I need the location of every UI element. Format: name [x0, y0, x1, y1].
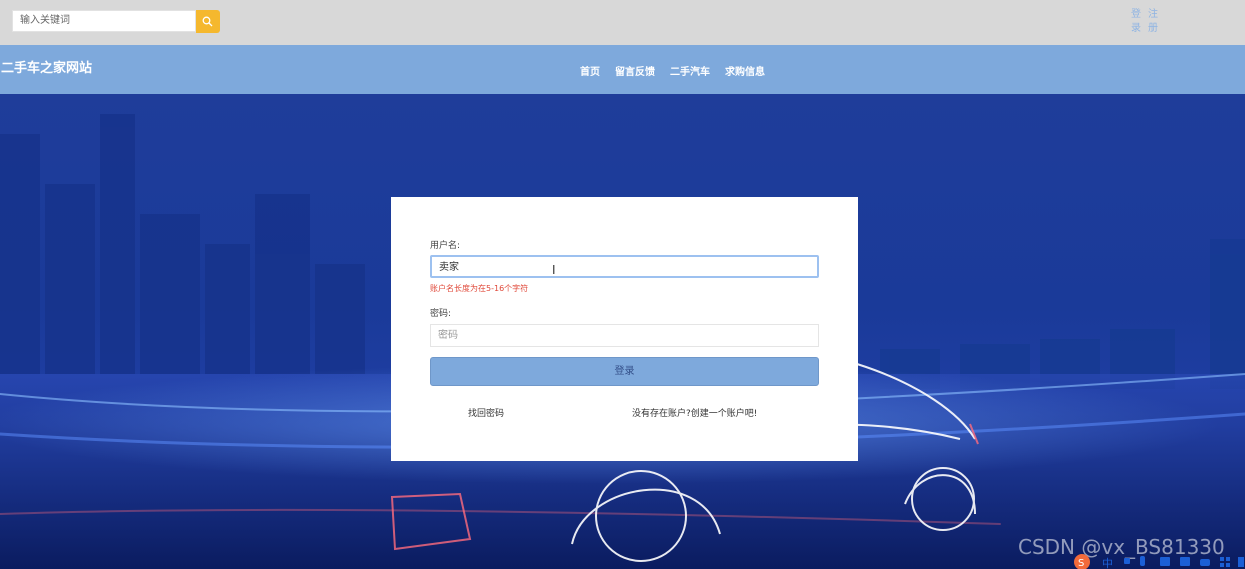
- login-label-char-1: 登: [1131, 9, 1141, 20]
- forgot-password-link[interactable]: 找回密码: [468, 406, 504, 419]
- text-cursor-icon: I: [552, 263, 556, 277]
- svg-text:S: S: [1078, 558, 1084, 569]
- search-button[interactable]: [196, 10, 220, 33]
- login-link[interactable]: 登 录: [1130, 8, 1142, 36]
- site-title[interactable]: 二手车之家网站: [1, 57, 92, 76]
- register-label-char-1: 注: [1148, 9, 1158, 20]
- sogou-ime-toolbar[interactable]: S 中: [1072, 553, 1245, 569]
- search-input[interactable]: 输入关键词: [12, 10, 196, 32]
- register-label-char-2: 册: [1148, 23, 1158, 34]
- create-account-link[interactable]: 没有存在账户?创建一个账户吧!: [632, 406, 757, 419]
- username-label: 用户名:: [430, 241, 461, 251]
- login-card: 用户名: 卖家 I 账户名长度为在5-16个字符 密码: 密码 登录 找回密码 …: [391, 197, 858, 461]
- login-button[interactable]: 登录: [430, 357, 819, 386]
- nav-item-wanted[interactable]: 求购信息: [725, 63, 765, 78]
- top-bar: 输入关键词 登 录 注 册: [0, 0, 1245, 45]
- nav-item-used-cars[interactable]: 二手汽车: [670, 63, 710, 78]
- main-navbar: 二手车之家网站 首页 留言反馈 二手汽车 求购信息: [0, 45, 1245, 94]
- nav-item-feedback[interactable]: 留言反馈: [615, 63, 655, 78]
- nav-menu: 首页 留言反馈 二手汽车 求购信息: [580, 63, 765, 78]
- password-input[interactable]: 密码: [430, 324, 819, 347]
- username-input[interactable]: 卖家: [430, 255, 819, 278]
- username-error-message: 账户名长度为在5-16个字符: [430, 284, 529, 293]
- search-icon: [202, 16, 213, 27]
- nav-item-home[interactable]: 首页: [580, 63, 600, 78]
- login-label-char-2: 录: [1131, 23, 1141, 34]
- register-link[interactable]: 注 册: [1147, 8, 1159, 36]
- svg-text:中: 中: [1102, 557, 1113, 569]
- password-label: 密码:: [430, 309, 452, 319]
